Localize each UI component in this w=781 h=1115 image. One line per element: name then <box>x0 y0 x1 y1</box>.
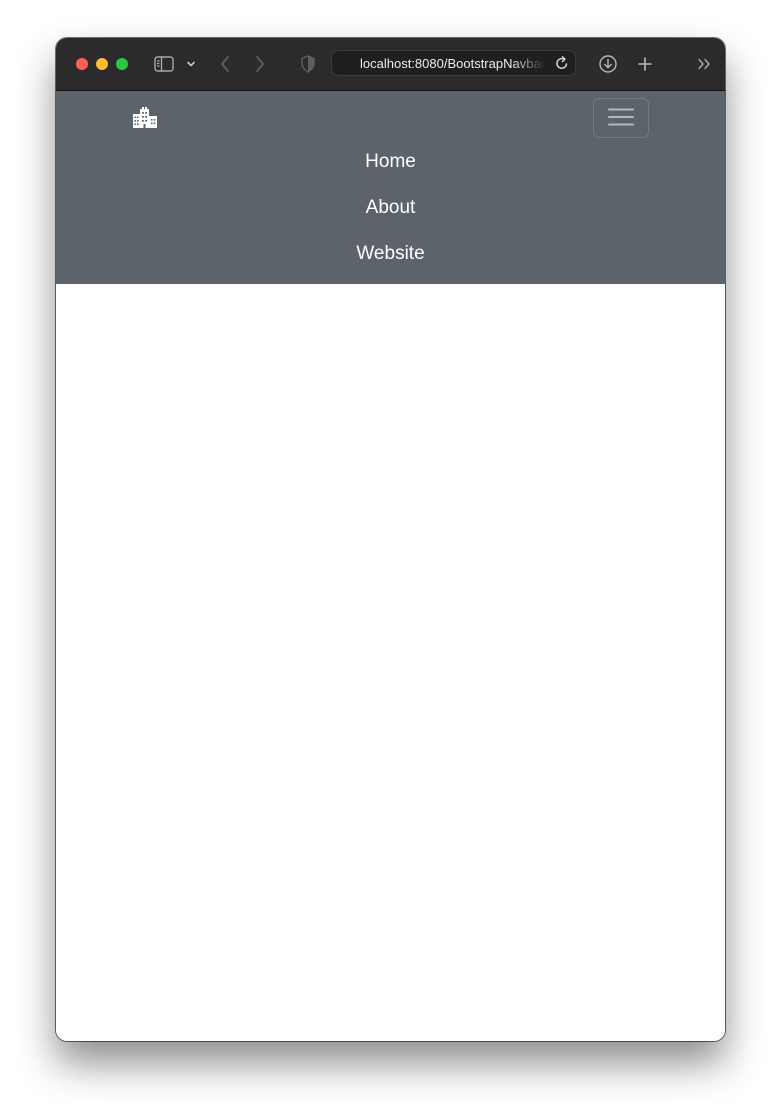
new-tab-icon[interactable] <box>634 52 656 76</box>
navbar-brand[interactable] <box>132 107 158 129</box>
shield-icon[interactable] <box>299 52 317 76</box>
page-content <box>56 284 725 1041</box>
reload-icon[interactable] <box>555 55 569 76</box>
nav-link-website[interactable]: Website <box>356 243 424 265</box>
sidebar-toggle-icon[interactable] <box>152 52 176 76</box>
navbar: Home About Website <box>56 91 725 284</box>
nav-link-home[interactable]: Home <box>365 151 416 173</box>
hamburger-icon <box>608 107 634 130</box>
nav-menu: Home About Website <box>56 139 725 277</box>
nav-link-about[interactable]: About <box>366 197 416 219</box>
nav-item-about: About <box>56 185 725 231</box>
buildings-icon <box>132 107 158 133</box>
minimize-window-button[interactable] <box>96 58 108 70</box>
zoom-window-button[interactable] <box>116 58 128 70</box>
forward-icon[interactable] <box>251 52 269 76</box>
navbar-toggler-button[interactable] <box>593 98 649 138</box>
overflow-icon[interactable] <box>694 52 714 76</box>
browser-toolbar: localhost:8080/BootstrapNavbar <box>56 38 725 91</box>
download-icon[interactable] <box>597 52 619 76</box>
close-window-button[interactable] <box>76 58 88 70</box>
nav-item-home: Home <box>56 139 725 185</box>
browser-window: localhost:8080/BootstrapNavbar Home Abou… <box>56 38 725 1041</box>
url-text: localhost:8080/BootstrapNavbar <box>360 56 545 71</box>
nav-item-website: Website <box>56 231 725 277</box>
back-icon[interactable] <box>216 52 234 76</box>
chevron-down-icon[interactable] <box>184 52 198 76</box>
address-bar[interactable]: localhost:8080/BootstrapNavbar <box>331 50 576 76</box>
